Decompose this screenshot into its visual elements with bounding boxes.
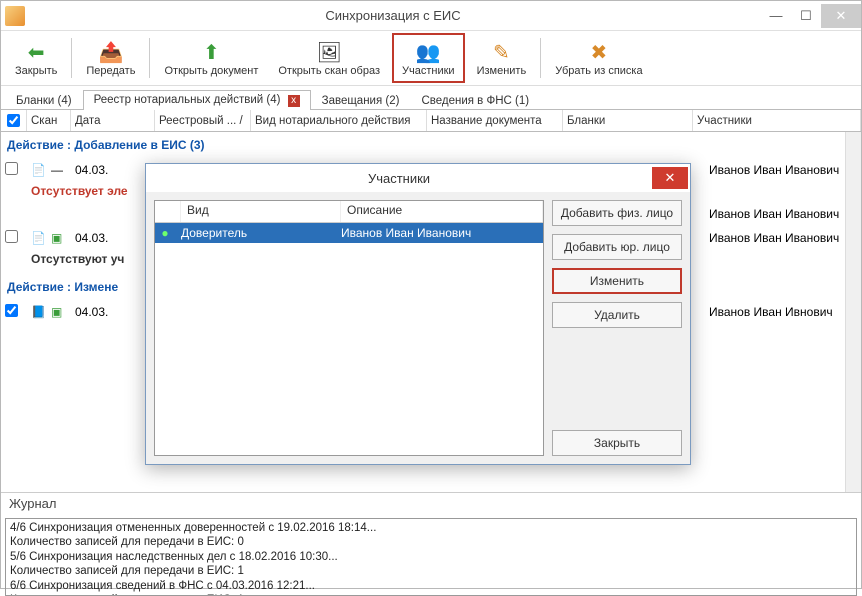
add-legal-button[interactable]: Добавить юр. лицо: [552, 234, 682, 260]
titlebar: Синхронизация с ЕИС — ☐ ✕: [1, 1, 861, 31]
row-checkbox[interactable]: [5, 230, 18, 243]
maximize-button[interactable]: ☐: [791, 4, 821, 28]
app-icon: [5, 6, 25, 26]
scrollbar[interactable]: [845, 132, 861, 492]
toolbar: ⬅ Закрыть 📤 Передать ⬆ Открыть документ …: [1, 31, 861, 86]
grid-header: Скан Дата Реестровый ... / Вид нотариаль…: [1, 110, 861, 132]
col-blanks[interactable]: Бланки: [563, 110, 693, 131]
minimize-button[interactable]: —: [761, 4, 791, 28]
send-icon: 📤: [98, 39, 124, 65]
add-physical-button[interactable]: Добавить физ. лицо: [552, 200, 682, 226]
dialog-title: Участники: [146, 171, 652, 186]
journal-label: Журнал: [1, 492, 861, 514]
dialog-row-selected[interactable]: ● Доверитель Иванов Иван Иванович: [155, 223, 543, 243]
doc-icon: 📄: [31, 163, 46, 177]
col-description[interactable]: Описание: [341, 201, 543, 222]
section-add: Действие : Добавление в ЕИС (3): [1, 132, 861, 158]
window-title: Синхронизация с ЕИС: [25, 8, 761, 23]
tab-wills[interactable]: Завещания (2): [311, 91, 411, 110]
arrow-up-icon: ⬆: [198, 39, 224, 65]
participants-dialog: Участники ✕ Вид Описание ● Доверитель Ив…: [145, 163, 691, 465]
close-dialog-button[interactable]: Закрыть: [552, 430, 682, 456]
col-kind[interactable]: Вид: [181, 201, 341, 222]
doc-icon: 📄: [31, 231, 46, 245]
col-action[interactable]: Вид нотариального действия: [251, 110, 427, 131]
scan-icon: ▣: [51, 231, 62, 245]
select-all-checkbox[interactable]: [7, 114, 20, 127]
dialog-titlebar: Участники ✕: [146, 164, 690, 192]
tab-registry[interactable]: Реестр нотариальных действий (4) x: [83, 90, 311, 110]
tab-fns[interactable]: Сведения в ФНС (1): [410, 91, 540, 110]
edit-button[interactable]: ✎ Изменить: [469, 33, 535, 83]
send-button[interactable]: 📤 Передать: [78, 33, 143, 83]
edit-participant-button[interactable]: Изменить: [552, 268, 682, 294]
open-scan-button[interactable]: 🖼 Открыть скан образ: [270, 33, 388, 83]
col-scan[interactable]: Скан: [27, 110, 71, 131]
delete-participant-button[interactable]: Удалить: [552, 302, 682, 328]
dialog-table: Вид Описание ● Доверитель Иванов Иван Ив…: [154, 200, 544, 456]
participants-button[interactable]: 👥 Участники: [392, 33, 465, 83]
journal-log[interactable]: 4/6 Синхронизация отмененных доверенност…: [5, 518, 857, 596]
col-docname[interactable]: Название документа: [427, 110, 563, 131]
check-icon: ●: [155, 226, 175, 240]
main-window: Синхронизация с ЕИС — ☐ ✕ ⬅ Закрыть 📤 Пе…: [0, 0, 862, 589]
pencil-icon: ✎: [488, 39, 514, 65]
row-checkbox[interactable]: [5, 304, 18, 317]
row-checkbox[interactable]: [5, 162, 18, 175]
remove-button[interactable]: ✖ Убрать из списка: [547, 33, 650, 83]
col-date[interactable]: Дата: [71, 110, 155, 131]
tab-close-icon[interactable]: x: [288, 95, 300, 107]
col-regno[interactable]: Реестровый ... /: [155, 110, 251, 131]
people-icon: 👥: [415, 39, 441, 65]
image-icon: 🖼: [316, 39, 342, 65]
tab-bar: Бланки (4) Реестр нотариальных действий …: [1, 86, 861, 110]
arrow-left-icon: ⬅: [23, 39, 49, 65]
scan-icon: ▣: [51, 305, 62, 319]
tab-blanks[interactable]: Бланки (4): [5, 91, 83, 110]
open-document-button[interactable]: ⬆ Открыть документ: [156, 33, 266, 83]
x-icon: ✖: [586, 39, 612, 65]
doc-icon: 📘: [31, 305, 46, 319]
dialog-close-button[interactable]: ✕: [652, 167, 688, 189]
col-participants[interactable]: Участники: [693, 110, 861, 131]
close-button[interactable]: ✕: [821, 4, 861, 28]
close-tool-button[interactable]: ⬅ Закрыть: [7, 33, 65, 83]
